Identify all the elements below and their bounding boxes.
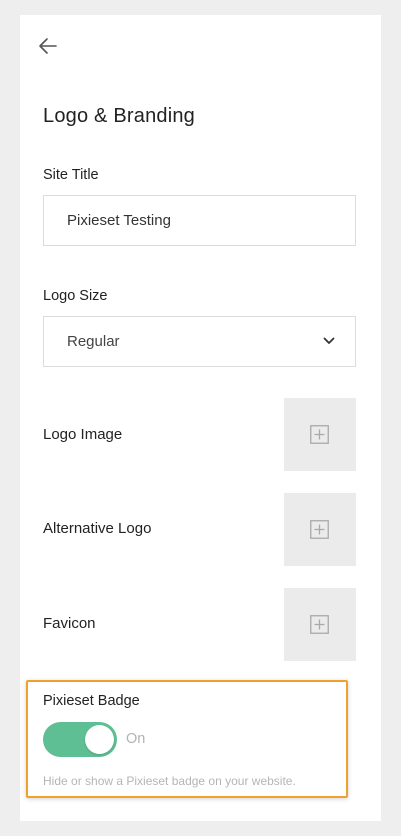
pixieset-badge-toggle[interactable] <box>43 722 117 757</box>
alternative-logo-label: Alternative Logo <box>43 520 152 537</box>
favicon-upload-button[interactable] <box>284 588 356 661</box>
toggle-state-label: On <box>126 731 146 747</box>
favicon-label: Favicon <box>43 615 96 632</box>
logo-size-label: Logo Size <box>43 288 108 304</box>
pixieset-badge-label: Pixieset Badge <box>43 693 140 709</box>
toggle-knob <box>85 725 114 754</box>
alternative-logo-upload-button[interactable] <box>284 493 356 566</box>
badge-help-text: Hide or show a Pixieset badge on your we… <box>43 774 296 788</box>
chevron-down-icon <box>323 337 335 344</box>
plus-square-icon <box>310 615 329 634</box>
logo-image-upload-button[interactable] <box>284 398 356 471</box>
site-title-input[interactable] <box>43 195 356 246</box>
site-title-label: Site Title <box>43 167 99 183</box>
back-button[interactable] <box>38 37 60 57</box>
logo-size-select[interactable]: Regular <box>43 316 356 367</box>
page-title: Logo & Branding <box>43 105 196 127</box>
logo-image-label: Logo Image <box>43 426 123 443</box>
logo-size-value: Regular <box>67 333 120 350</box>
plus-square-icon <box>310 520 329 539</box>
plus-square-icon <box>310 425 329 444</box>
arrow-left-icon <box>39 38 57 54</box>
